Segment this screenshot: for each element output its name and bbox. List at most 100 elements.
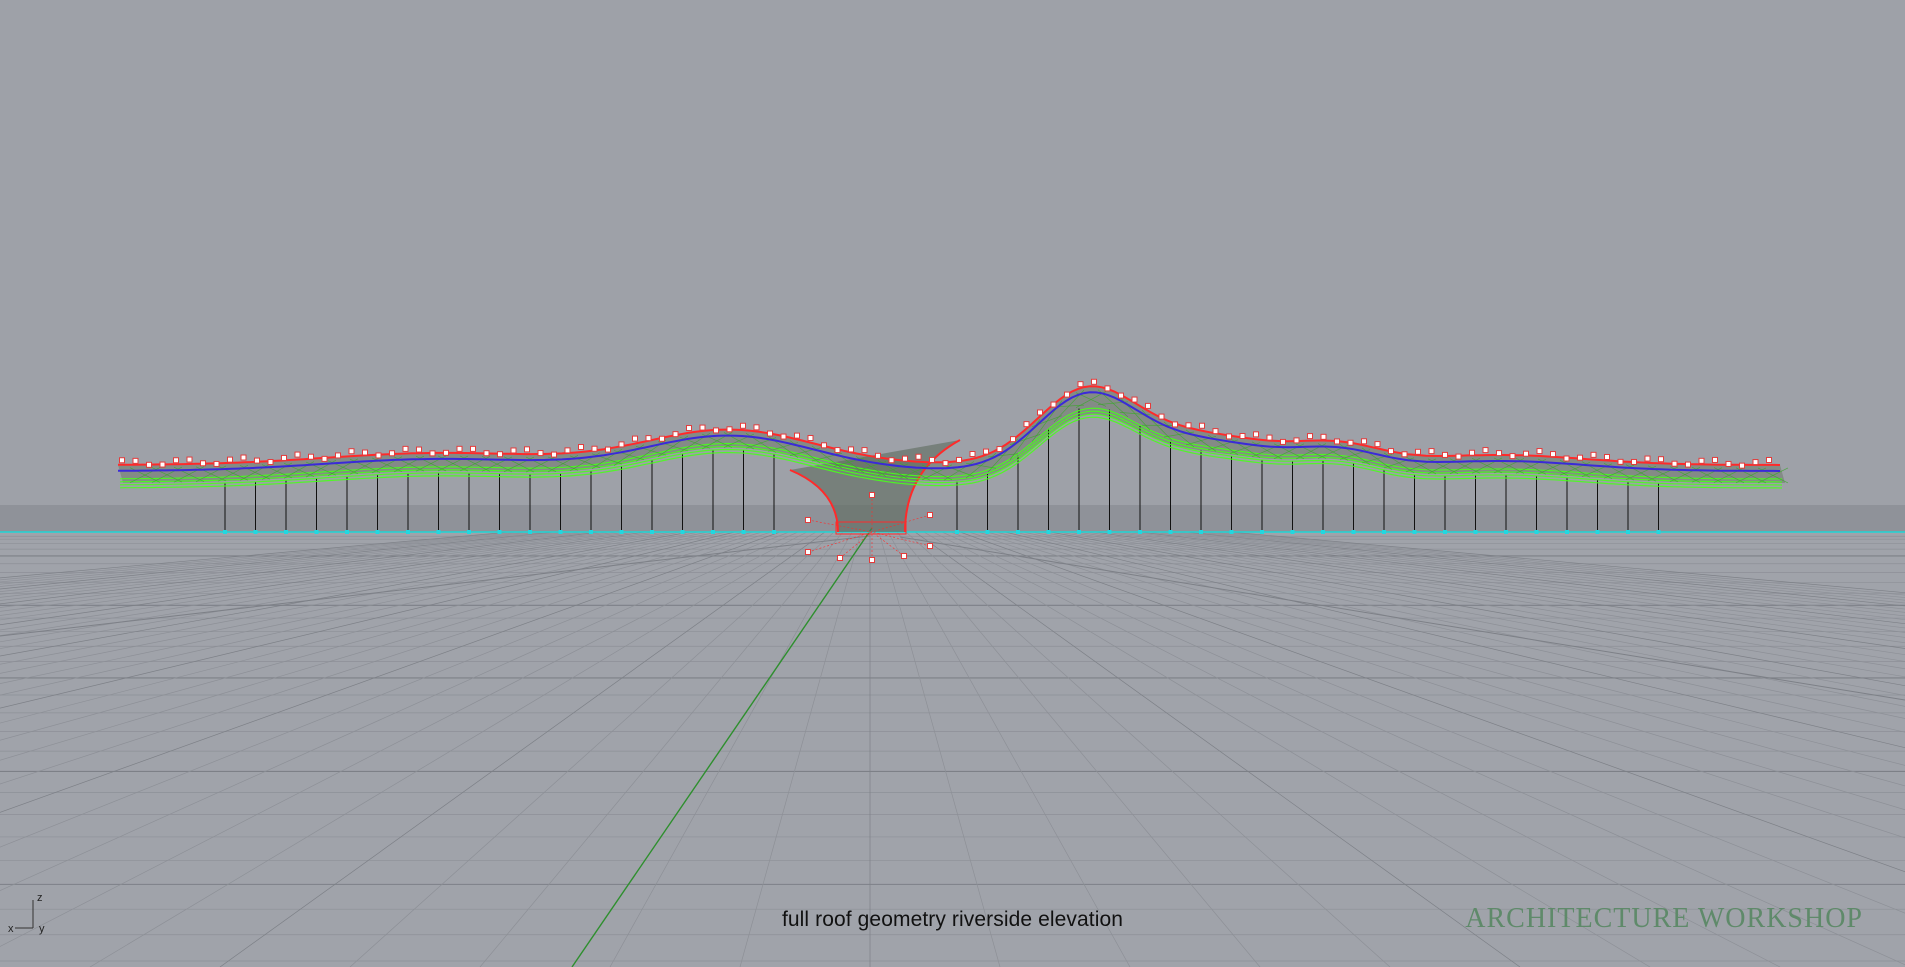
column-base-point [1351,530,1356,534]
roof-control-point [1604,454,1610,461]
column-base-point [375,530,380,534]
column-base-point [955,530,959,534]
roof-control-point [119,457,125,464]
column-base-point [589,530,593,534]
roof-control-point [1131,396,1138,403]
column-base-point [1534,530,1539,534]
roof-control-point [1550,451,1556,458]
roof-control-point [1226,433,1232,440]
roof-control-point [821,442,827,449]
column-base-point [680,530,685,534]
column-base-point [345,530,349,534]
roof-control-point [699,424,706,431]
roof-control-point [294,451,301,458]
roof-control-point [443,449,449,456]
column-base-point [1077,530,1081,534]
roof-control-point [1064,391,1070,398]
roof-control-point [915,453,922,460]
roof-control-point [1739,462,1745,469]
column-base-point [1565,530,1569,534]
roof-control-point [1523,450,1529,457]
roof-control-point [1037,409,1043,416]
roof-control-point [173,457,179,464]
roof-control-point [618,441,625,448]
column-base-point [1626,530,1630,534]
roof-control-point [1401,451,1408,458]
roof-control-point [1361,438,1367,445]
roof-control-point [1293,437,1300,444]
roof-control-point [713,427,719,434]
column-base-point [1321,530,1325,534]
roof-control-point [1023,421,1030,428]
roof-control-point [875,452,881,459]
column-base-point [1138,530,1142,534]
roof-control-point [591,445,598,452]
roof-control-point [659,435,665,442]
column-base-point [436,530,441,534]
column-base-point [1229,530,1234,534]
roof-control-point [1442,451,1448,458]
roof-control-point [632,435,638,442]
roof-control-point [159,461,166,468]
column-base-point [1595,530,1600,534]
roof-control-point [1091,378,1097,385]
entrance-control-point [869,492,875,498]
roof-control-point [942,460,949,467]
roof-control-point [1104,385,1111,392]
roof-control-point [1496,450,1502,457]
entrance-control-point [927,512,933,518]
roof-control-point [267,459,274,466]
roof-control-point [1428,448,1435,455]
roof-control-point [1307,433,1313,440]
roof-control-point [983,448,989,455]
column-base-point [1046,530,1051,534]
roof-control-point [1388,448,1394,455]
roof-control-point [510,447,517,454]
column-base-point [772,530,776,534]
roof-control-point [1185,422,1192,429]
roof-control-point [578,444,584,451]
roof-control-point [969,451,976,458]
roof-control-point [1617,458,1624,465]
column-base-point [1656,530,1661,534]
roof-control-point [200,460,206,467]
column-base-point [1290,530,1295,534]
roof-control-point [1725,460,1732,467]
perspective-viewport[interactable]: z x y full roof geometry riverside eleva… [0,0,1905,967]
roof-control-point [672,431,679,438]
roof-control-point [956,456,962,463]
roof-control-point [1050,401,1057,408]
roof-control-point [1266,434,1273,441]
column-base-point [1443,530,1447,534]
axis-z-label: z [37,892,43,904]
roof-control-point [429,450,436,457]
column-base-point [1260,530,1264,534]
roof-control-point [1320,433,1327,440]
roof-control-point [1199,422,1205,429]
roof-control-point [1212,428,1219,435]
roof-control-point [1752,459,1759,466]
roof-control-point [227,456,233,463]
entrance-control-point [869,557,875,563]
roof-control-point [1280,438,1286,445]
roof-control-point [1172,421,1178,428]
roof-control-point [1685,461,1691,468]
column-base-point [406,530,410,534]
column-base-point [284,530,288,534]
roof-control-point [753,424,760,431]
entrance-control-point [837,555,843,561]
roof-control-point [1347,439,1354,446]
column-base-point [223,530,227,534]
roof-control-point [321,455,328,462]
column-base-point [528,530,532,534]
roof-model-scene[interactable] [0,0,1905,967]
column-base-point [1382,530,1386,534]
roof-control-point [254,457,260,464]
roof-control-point [1077,381,1084,388]
column-base-point [1016,530,1020,534]
roof-control-point [537,450,544,457]
column-base-point [467,530,471,534]
roof-control-point [416,446,422,453]
roof-control-point [213,460,220,467]
roof-control-point [929,456,935,463]
